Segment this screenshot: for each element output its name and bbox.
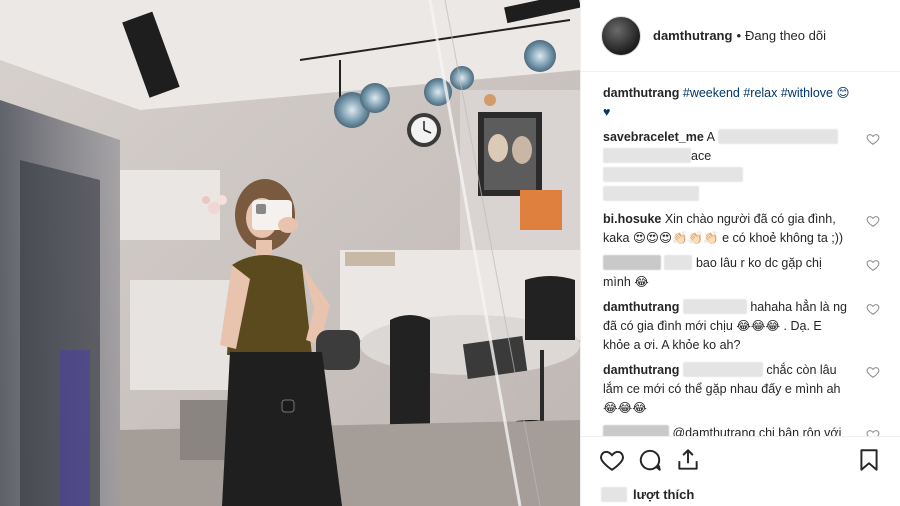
comment-username[interactable]: bi.hosuke — [603, 212, 661, 226]
instagram-post: damthutrang • Đang theo dõi damthutrang … — [0, 0, 900, 506]
comment-username[interactable]: damthutrang — [603, 300, 679, 314]
redacted-username — [603, 425, 669, 436]
mirror-selfie-image — [0, 0, 580, 506]
redacted-text — [603, 167, 743, 182]
redacted-text — [603, 186, 699, 201]
list-item: savebracelet_me A ace — [603, 128, 880, 204]
caption: damthutrang #weekend #relax #withlove 😊♥ — [603, 84, 880, 122]
comment-username[interactable]: damthutrang — [603, 363, 679, 377]
share-icon[interactable] — [675, 447, 701, 473]
heart-icon[interactable] — [599, 447, 625, 473]
post-photo[interactable] — [0, 0, 580, 506]
comments-list: damthutrang #weekend #relax #withlove 😊♥… — [581, 72, 900, 436]
list-item: bao lâu r ko dc gặp chị mình 😂 — [603, 254, 880, 292]
follow-status-button[interactable]: Đang theo dõi — [745, 28, 826, 43]
comment-text: ace — [691, 149, 712, 163]
like-comment-heart-icon[interactable] — [866, 214, 880, 228]
like-comment-heart-icon[interactable] — [866, 132, 880, 146]
redacted-text — [682, 299, 747, 314]
list-item: damthutrang hahaha hẳn là ng đã có gia đ… — [603, 298, 880, 355]
comment-text: A — [706, 130, 715, 144]
list-item: @damthutrang chị bận rộn với yêu thương … — [603, 424, 880, 436]
post-sidebar: damthutrang • Đang theo dõi damthutrang … — [580, 0, 900, 506]
like-comment-heart-icon[interactable] — [866, 365, 880, 379]
redacted-text — [717, 129, 838, 144]
header-username[interactable]: damthutrang — [653, 28, 732, 43]
redacted-count — [601, 486, 627, 502]
list-item: damthutrang chắc còn lâu lắm ce mới có t… — [603, 361, 880, 418]
redacted-text — [664, 255, 693, 270]
redacted-username — [603, 255, 661, 270]
like-comment-heart-icon[interactable] — [866, 302, 880, 316]
post-header: damthutrang • Đang theo dõi — [581, 0, 900, 72]
like-comment-heart-icon[interactable] — [866, 428, 880, 436]
comment-icon[interactable] — [637, 447, 663, 473]
list-item: bi.hosuke Xin chào người đã có gia đình,… — [603, 210, 880, 248]
redacted-text — [603, 148, 691, 163]
caption-username[interactable]: damthutrang — [603, 86, 679, 100]
likes-label: lượt thích — [633, 486, 695, 502]
bookmark-icon[interactable] — [856, 447, 882, 473]
post-actions — [581, 436, 900, 482]
avatar[interactable] — [601, 15, 641, 56]
like-comment-heart-icon[interactable] — [866, 258, 880, 272]
like-count[interactable]: lượt thích — [581, 482, 900, 506]
header-separator: • — [736, 28, 742, 43]
redacted-text — [682, 362, 763, 377]
comment-username[interactable]: savebracelet_me — [603, 130, 704, 144]
